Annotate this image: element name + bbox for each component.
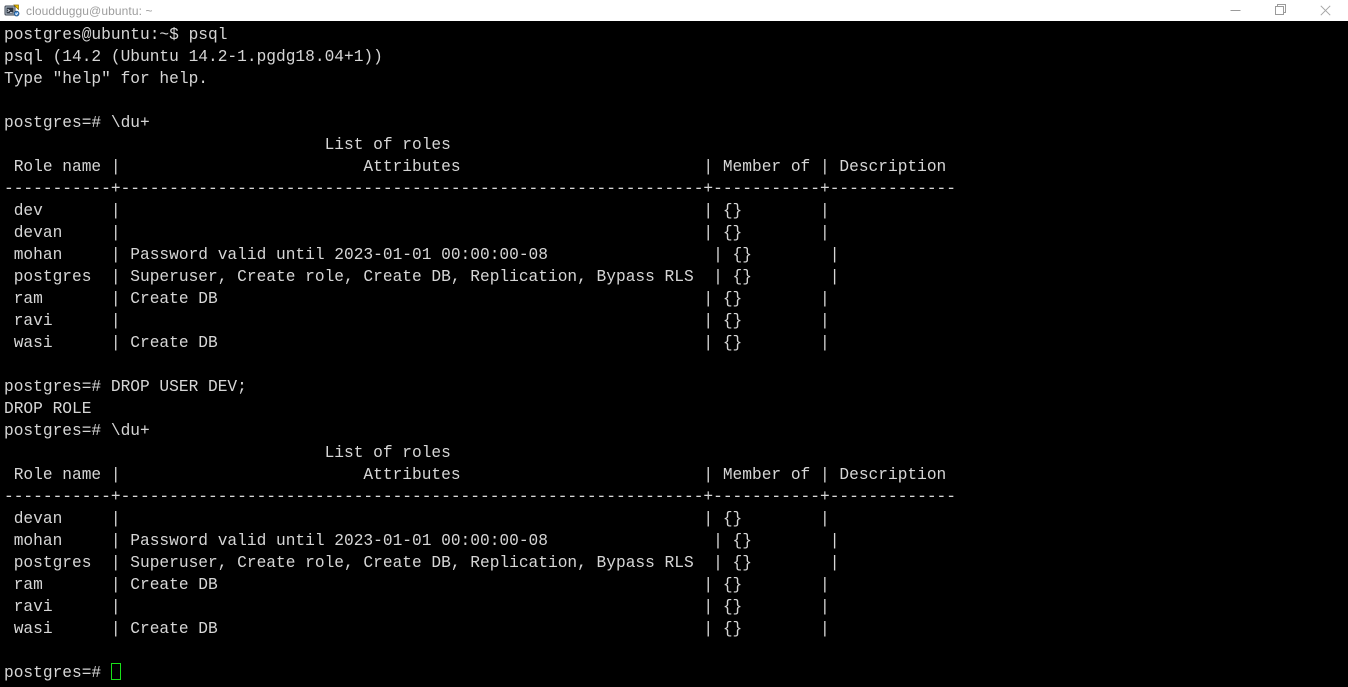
terminal-line: postgres@ubuntu:~$ psql [4,26,228,44]
terminal-table-separator: -----------+----------------------------… [4,488,956,506]
terminal-table-row: devan | | {} | [4,224,830,242]
text-cursor[interactable] [110,663,121,680]
terminal-line: postgres=# DROP USER DEV; [4,378,247,396]
terminal-table-row: ram | Create DB | {} | [4,290,830,308]
terminal-table-row: postgres | Superuser, Create role, Creat… [4,268,840,286]
terminal-table-title: List of roles [4,444,451,462]
terminal-table-row: wasi | Create DB | {} | [4,620,830,638]
terminal-table-header: Role name | Attributes | Member of | Des… [4,466,947,484]
terminal-prompt-line: postgres=# [4,662,1348,684]
terminal-table-row: wasi | Create DB | {} | [4,334,830,352]
terminal-line: DROP ROLE [4,400,92,418]
titlebar-left: cloudduggu@ubuntu: ~ [0,3,1213,19]
close-button[interactable] [1303,0,1348,21]
terminal-output[interactable]: postgres@ubuntu:~$ psql psql (14.2 (Ubun… [0,22,1348,687]
window-title: cloudduggu@ubuntu: ~ [26,3,153,18]
window-controls [1213,0,1348,22]
minimize-button[interactable] [1213,0,1258,21]
prompt-text: postgres=# [4,664,111,682]
terminal-table-row: devan | | {} | [4,510,830,528]
putty-terminal-icon [4,3,20,19]
terminal-window: cloudduggu@ubuntu: ~ postgres@ubuntu:~$ … [0,0,1348,687]
terminal-table-row: mohan | Password valid until 2023-01-01 … [4,246,840,264]
terminal-table-row: ram | Create DB | {} | [4,576,830,594]
terminal-table-title: List of roles [4,136,451,154]
terminal-line: psql (14.2 (Ubuntu 14.2-1.pgdg18.04+1)) [4,48,383,66]
terminal-table-row: ravi | | {} | [4,312,830,330]
terminal-line: Type "help" for help. [4,70,208,88]
terminal-line: postgres=# \du+ [4,422,150,440]
window-titlebar: cloudduggu@ubuntu: ~ [0,0,1348,22]
terminal-table-header: Role name | Attributes | Member of | Des… [4,158,947,176]
terminal-table-separator: -----------+----------------------------… [4,180,956,198]
terminal-table-row: dev | | {} | [4,202,830,220]
terminal-table-row: ravi | | {} | [4,598,830,616]
terminal-line: postgres=# \du+ [4,114,150,132]
terminal-table-row: postgres | Superuser, Create role, Creat… [4,554,840,572]
maximize-button[interactable] [1258,0,1303,21]
terminal-table-row: mohan | Password valid until 2023-01-01 … [4,532,840,550]
